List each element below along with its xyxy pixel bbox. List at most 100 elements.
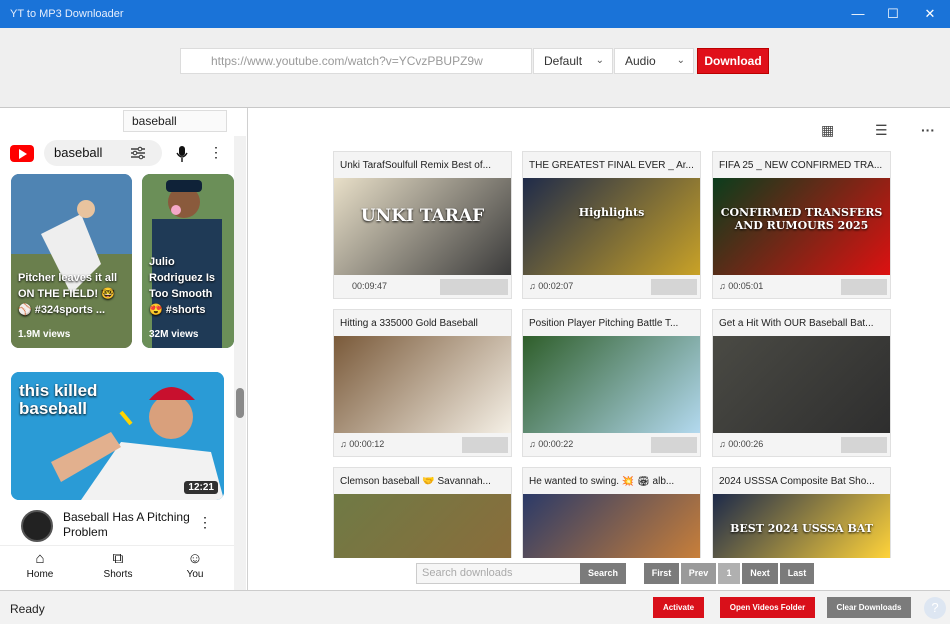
channel-avatar[interactable] — [21, 510, 53, 542]
scrollbar-thumb[interactable] — [236, 388, 244, 418]
duration-value: 00:02:07 — [538, 281, 574, 291]
download-duration: 00:09:47 — [352, 281, 387, 291]
microphone-icon[interactable] — [176, 145, 188, 163]
status-text: Ready — [10, 602, 45, 616]
list-view-icon[interactable]: ☰ — [875, 122, 888, 139]
duration-value: 00:00:12 — [349, 439, 385, 449]
download-title: 2024 USSSA Composite Bat Sho... — [719, 476, 875, 487]
youtube-logo-icon[interactable] — [10, 145, 34, 162]
pager-prev-button[interactable]: Prev — [681, 563, 716, 584]
short-caption: Julio Rodriguez Is Too Smooth 😍 #shorts — [149, 256, 216, 316]
pager-first-button[interactable]: First — [644, 563, 679, 584]
pager-next-button[interactable]: Next — [742, 563, 778, 584]
download-button[interactable]: Download — [697, 48, 769, 74]
minimize-icon[interactable]: — — [848, 4, 868, 24]
duration-value: 00:09:47 — [352, 281, 388, 291]
short-views: 1.9M views — [18, 329, 71, 340]
download-card[interactable]: FIFA 25 _ NEW CONFIRMED TRA... CONFIRMED … — [712, 151, 891, 299]
download-title: Hitting a 335000 Gold Baseball — [340, 318, 478, 329]
download-card[interactable]: Hitting a 335000 Gold Baseball ♫ 00:00:12 — [333, 309, 512, 457]
nav-shorts[interactable]: ⧉ Shorts — [88, 550, 148, 580]
download-action-slot[interactable] — [841, 279, 887, 295]
music-note-icon: ♫ — [719, 439, 729, 449]
video-headline: this killed baseball — [19, 381, 98, 418]
maximize-icon[interactable]: ☐ — [883, 4, 903, 24]
activate-button[interactable]: Activate — [653, 597, 704, 618]
short-thumbnail — [11, 174, 132, 348]
download-thumbnail — [334, 494, 511, 558]
download-title: Unki TarafSoulfull Remix Best of... — [340, 160, 491, 171]
download-card[interactable]: Get a Hit With OUR Baseball Bat... ♫ 00:0… — [712, 309, 891, 457]
more-options-icon[interactable]: ··· — [921, 122, 935, 138]
filter-icon[interactable] — [130, 146, 146, 160]
youtube-browser-pane: baseball baseball ⋮ Pitcher leaves it al… — [0, 108, 248, 590]
grid-view-icon[interactable]: ▦ — [821, 122, 834, 139]
nav-you[interactable]: ☺ You — [165, 550, 225, 580]
download-thumbnail — [334, 336, 511, 433]
short-card[interactable]: Pitcher leaves it all ON THE FIELD! 🤓 ⚾ … — [11, 174, 132, 348]
search-button[interactable]: Search — [580, 563, 626, 584]
chevron-down-icon: ⌄ — [595, 55, 604, 66]
more-options-icon[interactable]: ⋮ — [198, 514, 212, 531]
video-meta: Baseball Has A Pitching Problem ⋮ — [11, 508, 224, 548]
nav-shorts-label: Shorts — [103, 569, 133, 580]
download-thumbnail: UNKI TARAF — [334, 178, 511, 275]
short-card[interactable]: Julio Rodriguez Is Too Smooth 😍 #shorts … — [142, 174, 234, 348]
youtube-header: baseball ⋮ — [0, 136, 234, 172]
browser-scrollbar[interactable] — [234, 136, 246, 590]
download-card[interactable]: He wanted to swing. 💥 🏟 alb... — [522, 467, 701, 558]
help-icon[interactable]: ? — [924, 597, 946, 619]
shorts-icon: ⧉ — [112, 550, 124, 567]
download-action-slot[interactable] — [651, 437, 697, 453]
thumbnail-text: Highlights — [578, 206, 645, 219]
music-note-icon: ♫ — [719, 281, 729, 291]
title-bar: YT to MP3 Downloader — ☐ ✕ — [0, 0, 950, 28]
download-title: THE GREATEST FINAL EVER _ Ar... — [529, 160, 694, 171]
close-icon[interactable]: ✕ — [920, 4, 940, 24]
download-thumbnail: Highlights — [523, 178, 700, 275]
duration-value: 00:00:26 — [728, 439, 764, 449]
download-action-slot[interactable] — [651, 279, 697, 295]
download-duration: ♫ 00:00:12 — [340, 439, 384, 449]
format-select[interactable]: Audio ⌄ — [614, 48, 694, 74]
download-card[interactable]: 2024 USSSA Composite Bat Sho... BEST 2024… — [712, 467, 891, 558]
download-card[interactable]: Clemson baseball 🤝 Savannah... — [333, 467, 512, 558]
thumbnail-text: UNKI TARAF — [360, 206, 485, 226]
download-duration: ♫ 00:00:22 — [529, 439, 573, 449]
download-thumbnail: CONFIRMED TRANSFERS AND RUMOURS 2025 — [713, 178, 890, 275]
download-card[interactable]: Position Player Pitching Battle T... ♫ 00… — [522, 309, 701, 457]
toolbar: https://www.youtube.com/watch?v=YCvzPBUP… — [0, 28, 950, 108]
more-options-icon[interactable]: ⋮ — [209, 144, 223, 161]
download-thumbnail — [523, 494, 700, 558]
download-action-slot[interactable] — [841, 437, 887, 453]
download-thumbnail — [523, 336, 700, 433]
music-note-icon: ♫ — [340, 439, 350, 449]
download-action-slot[interactable] — [462, 437, 508, 453]
download-card[interactable]: Unki TarafSoulfull Remix Best of... UNKI … — [333, 151, 512, 299]
download-card[interactable]: THE GREATEST FINAL EVER _ Ar... Highlight… — [522, 151, 701, 299]
download-duration: ♫ 00:05:01 — [719, 281, 763, 291]
video-thumbnail[interactable]: this killed baseball 12:21 — [11, 372, 224, 500]
download-title: Clemson baseball 🤝 Savannah... — [340, 476, 491, 487]
pager-current-page[interactable]: 1 — [718, 563, 740, 584]
music-note-icon: ♫ — [529, 439, 539, 449]
download-duration: ♫ 00:02:07 — [529, 281, 573, 291]
user-icon: ☺ — [187, 550, 203, 567]
thumbnail-text: BEST 2024 USSSA BAT — [730, 522, 873, 535]
pager-last-button[interactable]: Last — [780, 563, 814, 584]
browser-search-field[interactable]: baseball — [123, 110, 227, 132]
quality-select[interactable]: Default ⌄ — [533, 48, 613, 74]
download-title: He wanted to swing. 💥 🏟 alb... — [529, 476, 675, 487]
nav-home[interactable]: ⌂ Home — [10, 550, 70, 580]
short-caption: Pitcher leaves it all ON THE FIELD! 🤓 ⚾ … — [18, 272, 118, 316]
url-input[interactable]: https://www.youtube.com/watch?v=YCvzPBUP… — [180, 48, 532, 74]
nav-home-label: Home — [26, 569, 54, 580]
clear-downloads-button[interactable]: Clear Downloads — [827, 597, 911, 618]
video-title[interactable]: Baseball Has A Pitching Problem — [63, 510, 193, 540]
search-downloads-input[interactable]: Search downloads — [416, 563, 581, 584]
quality-value: Default — [544, 54, 583, 68]
music-note-icon: ♫ — [529, 281, 539, 291]
open-videos-folder-button[interactable]: Open Videos Folder — [720, 597, 815, 618]
status-bar: Ready Activate Open Videos Folder Clear … — [0, 590, 950, 624]
download-action-slot[interactable] — [440, 279, 508, 295]
